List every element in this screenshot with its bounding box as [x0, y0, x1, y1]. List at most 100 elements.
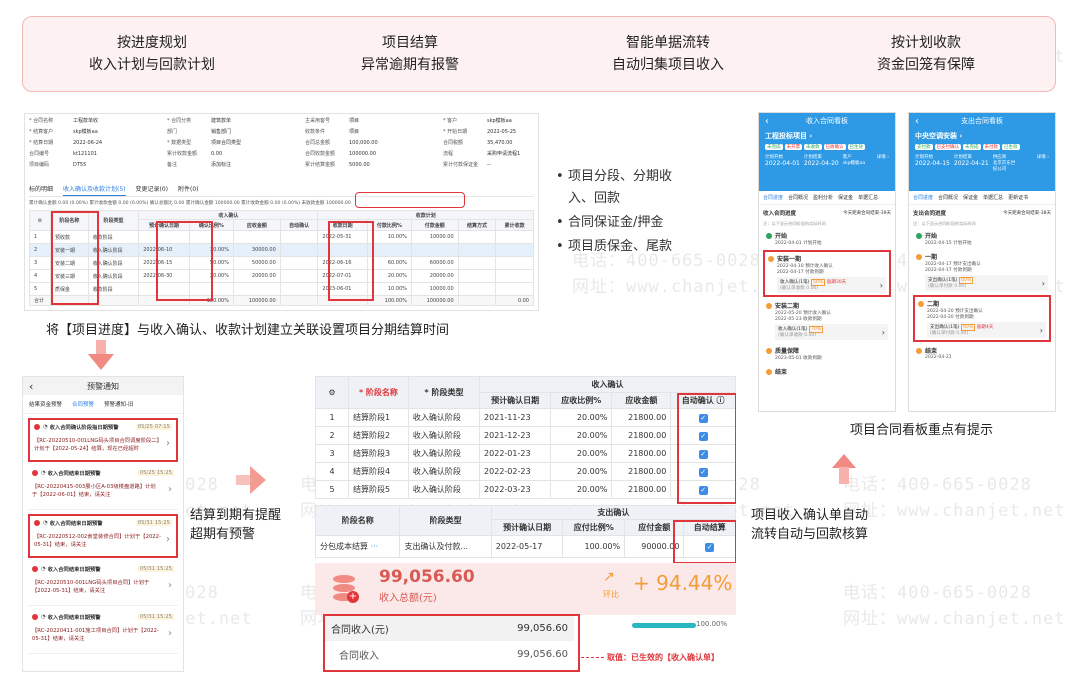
stack-icon: +	[333, 575, 359, 605]
table-row[interactable]: 4 安装三期 收入确认阶段 2022-06-30 20.00% 20000.00 2022-…	[29, 269, 534, 283]
chevron-right-icon[interactable]: ›	[168, 628, 172, 639]
chevron-right-icon[interactable]: ›	[882, 328, 885, 337]
field-value[interactable]: 35,470.00	[487, 140, 512, 146]
status-badge: 未开票	[784, 144, 802, 150]
timeline-node[interactable]: 安装二期 2022-05-20 预计收入确认 2022-05-23 收款到期 收入确认…	[763, 299, 891, 342]
table-row[interactable]: 2 结算阶段2 收入确认阶段 2021-12-23 20.00% 21800.00 ✓	[315, 426, 736, 445]
field-value[interactable]: kt121101	[73, 151, 97, 157]
timeline-node[interactable]: 安装一期 2022-04-10 预计收入确认 2022-04-17 付款到期 收入确认…	[763, 250, 891, 297]
table-row[interactable]: 4 结算阶段4 收入确认阶段 2022-02-23 20.00% 21800.00 ✓	[315, 462, 736, 481]
field-value[interactable]: 5000.00	[349, 162, 370, 168]
field-value[interactable]: DT55	[73, 162, 86, 168]
phone-tab[interactable]: 合同进度	[913, 194, 933, 201]
field-value[interactable]: 工程款单收	[73, 118, 98, 124]
project-name[interactable]: 工程投标项目 ›	[765, 131, 889, 141]
back-icon[interactable]: ‹	[29, 380, 33, 393]
alert-item[interactable]: ◔ 收入合同确认阶段指日期预警 05/25 07:15 【RC-20220510-00…	[28, 418, 178, 462]
settings-icon[interactable]: ⚙	[38, 218, 42, 224]
phone-tab[interactable]: 保证金	[838, 194, 853, 201]
phone-tab[interactable]: 单据汇总	[983, 194, 1003, 201]
chevron-right-icon[interactable]: ›	[168, 580, 172, 591]
chevron-right-icon[interactable]: ›	[1042, 279, 1045, 288]
alert-item-body: 【RC-20220510-001LNG码头项目合同】计划于【2022-05-31…	[32, 580, 150, 594]
tab-items[interactable]: 标的明细	[29, 184, 53, 196]
tab-contract-alert[interactable]: 合同预警	[72, 400, 94, 408]
tab-income-plan[interactable]: 收入确认及收款计划(5)	[63, 184, 126, 196]
back-icon[interactable]: ‹	[765, 116, 769, 127]
board-title: 支出合同看板	[961, 117, 1003, 125]
field-value[interactable]: 2022-06-24	[73, 140, 102, 146]
node-name: 一期	[925, 254, 938, 261]
table-row[interactable]: 1 预收款 收款阶段 2022-05-31 10.00% 10000.00	[29, 230, 534, 244]
phone-tab[interactable]: 保证金	[963, 194, 978, 201]
detail-link[interactable]: 详情 ›	[877, 154, 889, 160]
tab-old-alert[interactable]: 预警通知-旧	[104, 400, 134, 408]
feature-settlement: 项目结算 异常逾期有报警	[281, 17, 539, 91]
alert-item[interactable]: ◔ 收入合同结束日期预警 05/25 15:25 【RC-20220415-003展小…	[28, 466, 178, 510]
chevron-right-icon[interactable]: ›	[166, 534, 170, 545]
bullet-item: • 合同保证金/押金	[556, 215, 664, 230]
cell-auto	[457, 282, 497, 296]
table-row[interactable]: 3 结算阶段3 收入确认阶段 2022-01-23 20.00% 21800.00 ✓	[315, 444, 736, 463]
phone-tab[interactable]: 盈利分析	[813, 194, 833, 201]
feature-subtitle: 自动归集项目收入	[612, 57, 724, 73]
tab-attachments[interactable]: 附件(0)	[178, 184, 199, 196]
status-badge: 未付款	[982, 144, 1000, 150]
field-value[interactable]: 建筑款单	[211, 118, 231, 124]
table-row[interactable]: 1 结算阶段1 收入确认阶段 2021-11-23 20.00% 21800.00 ✓	[315, 408, 736, 427]
cell-auto	[457, 269, 497, 283]
field-value[interactable]: 100000.00	[349, 151, 376, 157]
detail-link[interactable]: 详情 ›	[1037, 154, 1049, 160]
field-value[interactable]: 项目合同类型	[211, 140, 241, 146]
alert-item-time: 05/25 15:25	[137, 470, 174, 476]
phone-tab[interactable]: 单据汇总	[858, 194, 878, 201]
tab-fund-alert[interactable]: 结果资金预警	[29, 400, 62, 408]
timeline-node[interactable]: 二期 2022-04-20 预计支出确认 2022-04-20 付款到期 支出确认(1…	[913, 295, 1051, 342]
field-value[interactable]: skp模板aa	[73, 129, 98, 135]
project-name[interactable]: 中央空调安装 ›	[915, 131, 1049, 141]
table-row[interactable]: 5 结算阶段5 收入确认阶段 2022-03-23 20.00% 21800.00 ✓	[315, 480, 736, 499]
cell-ratio: 20.00%	[550, 444, 613, 463]
phone-tab[interactable]: 合同概况	[938, 194, 958, 201]
field-value[interactable]: 2022-05-25	[487, 129, 516, 135]
timeline-node[interactable]: 一期 2022-04-17 预计支出确认 2022-04-17 付款到期 支出确认(1…	[913, 250, 1051, 293]
chevron-right-icon[interactable]: ›	[880, 281, 883, 290]
trend-icon: ↗	[603, 569, 615, 585]
col-auto: 自动确认	[279, 219, 319, 231]
chevron-right-icon[interactable]: ›	[1040, 326, 1043, 335]
alert-title: 预警通知	[87, 381, 119, 391]
field-value[interactable]: 100,000.00	[349, 140, 378, 146]
field-value[interactable]: 项目	[349, 129, 359, 135]
group-expense-confirm: 支出确认	[490, 505, 736, 520]
back-icon[interactable]: ‹	[915, 116, 919, 127]
field-value[interactable]: 项目	[349, 118, 359, 124]
table-row[interactable]: 2 安装一期 收入确认阶段 2022-06-10 30.00% 30000.00	[29, 243, 534, 257]
alert-item[interactable]: ◔ 收入合同结束日期预警 05/31 15:25 【RC-20220512-002食堂…	[28, 514, 178, 558]
phone-tab[interactable]: 合同概况	[788, 194, 808, 201]
feature-subtitle: 资金回笼有保障	[877, 57, 975, 73]
node-date: 2022-04-01	[775, 241, 802, 246]
chevron-right-icon[interactable]: ›	[168, 484, 172, 495]
form-field: * 合同分类 建筑款单	[167, 117, 231, 124]
table-row[interactable]: 5 质保金 收款阶段 2023-06-01 10.00% 10000.00	[29, 282, 534, 296]
table-row[interactable]: 3 安装二期 收入确认阶段 2022-06-15 50.00% 50000.00 2022-…	[29, 256, 534, 270]
field-value[interactable]: 添加标注	[211, 162, 231, 168]
settings-icon[interactable]: ⚙	[328, 388, 335, 397]
phone-tab[interactable]: 合同进度	[763, 194, 783, 201]
alert-item-title: 收入合同结束日期预警	[47, 615, 101, 621]
field-value[interactable]: --	[487, 162, 491, 168]
phone-tab[interactable]: 更新证书	[1008, 194, 1028, 201]
field-value[interactable]: 采购申请流程1	[487, 151, 520, 157]
field-value[interactable]: 销售部门	[211, 129, 231, 135]
progress-title: 收入合同进度	[763, 211, 797, 217]
summary-value: 99,056.60	[517, 623, 568, 634]
summary-connector	[576, 657, 604, 658]
field-value[interactable]: 0.00	[211, 151, 222, 157]
expense-name[interactable]: 分包成本结算 ···	[315, 535, 401, 558]
alert-item[interactable]: ◔ 收入合同结束日期预警 05/31 15:25 【RC-20220510-001LN…	[28, 562, 178, 606]
alert-item[interactable]: ◔ 收入合同结束日期预警 05/31 15:25 【RC-20220411-001施工…	[28, 610, 178, 654]
chevron-right-icon[interactable]: ›	[166, 438, 170, 449]
tab-changes[interactable]: 变更记录(0)	[136, 184, 169, 196]
field-value[interactable]: skp模板aa	[487, 118, 512, 124]
phone-header: ‹ 支出合同看板 中央空调安装 › 支付款 已支付确认 未完成 未付款 已生效 计划开始 2022…	[909, 113, 1055, 191]
